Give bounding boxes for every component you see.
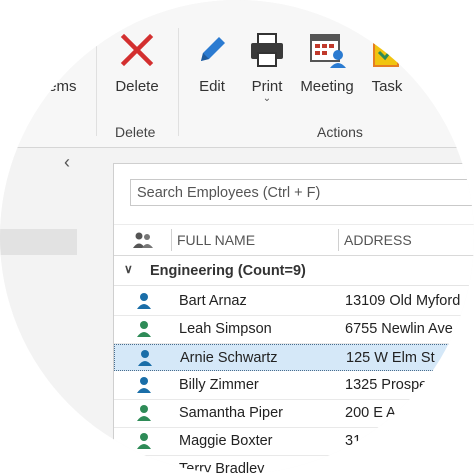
column-separator (338, 229, 339, 251)
table-row[interactable]: Samantha Piper 200 E A (114, 400, 474, 428)
person-icon (136, 460, 152, 474)
grid-header: FULL NAME ADDRESS (114, 224, 474, 256)
meeting-label: Meeting (300, 78, 354, 95)
employee-address: 1325 Prospe (345, 377, 428, 393)
printer-icon (247, 30, 287, 70)
person-icon (136, 404, 152, 426)
print-button[interactable]: Print ⌄ (247, 30, 287, 104)
pencil-icon (195, 30, 229, 70)
group-label: Engineering (Count=9) (150, 263, 306, 279)
search-input[interactable]: Search Employees (Ctrl + F) (130, 179, 474, 206)
person-icon (136, 292, 152, 314)
column-header-full-name[interactable]: FULL NAME (177, 232, 255, 248)
app-window: tems Delete Delete Edit Print ⌄ Meeting … (0, 0, 474, 474)
table-row[interactable]: Terry Bradley (114, 456, 474, 474)
table-row[interactable]: Bart Arnaz 13109 Old Myford (114, 288, 474, 316)
person-icon (136, 432, 152, 454)
items-label: tems (44, 78, 77, 95)
table-row[interactable]: Arnie Schwartz 125 W Elm St (114, 344, 474, 371)
employee-address: 31 (345, 433, 362, 449)
employee-address: 13109 Old Myford (345, 293, 461, 309)
calendar-person-icon (298, 30, 356, 70)
employee-name: Maggie Boxter (179, 433, 273, 449)
person-icon (137, 349, 153, 371)
group-row-engineering[interactable]: ∨ Engineering (Count=9) (114, 257, 474, 286)
employees-grid: Search Employees (Ctrl + F) FULL NAME AD… (113, 163, 474, 474)
meeting-button[interactable]: Meeting (298, 30, 356, 95)
task-button[interactable]: Task (370, 30, 404, 95)
person-icon (136, 376, 152, 398)
employee-name: Billy Zimmer (179, 377, 259, 393)
ribbon-separator (178, 28, 179, 136)
edit-button[interactable]: Edit (195, 30, 229, 95)
group-label-delete: Delete (115, 124, 156, 140)
nav-selected-item[interactable] (0, 229, 77, 255)
ribbon-separator (96, 28, 97, 136)
column-header-address[interactable]: ADDRESS (344, 232, 412, 248)
edit-label: Edit (199, 78, 225, 95)
employee-name: Bart Arnaz (179, 293, 247, 309)
delete-icon (114, 30, 160, 70)
table-row[interactable]: Billy Zimmer 1325 Prospe (114, 372, 474, 400)
collapse-pane-icon[interactable]: ‹ (64, 152, 70, 173)
table-row[interactable]: Maggie Boxter 31 (114, 428, 474, 456)
employee-name: Arnie Schwartz (180, 350, 278, 366)
employee-address: 200 E A (345, 405, 396, 421)
ribbon: tems Delete Delete Edit Print ⌄ Meeting … (0, 0, 474, 148)
task-icon (370, 30, 404, 70)
column-separator (171, 229, 172, 251)
delete-button[interactable]: Delete (114, 30, 160, 95)
navigation-pane (0, 148, 110, 474)
employee-address: 125 W Elm St (346, 350, 435, 366)
people-icon (132, 231, 154, 252)
person-icon (136, 320, 152, 342)
task-label: Task (371, 78, 403, 95)
group-label-actions: Actions (317, 124, 363, 140)
table-row[interactable]: Leah Simpson 6755 Newlin Ave (114, 316, 474, 344)
employee-name: Terry Bradley (179, 461, 265, 474)
delete-label: Delete (115, 78, 159, 95)
employee-name: Leah Simpson (179, 321, 272, 337)
items-icon (44, 30, 77, 70)
employee-address: 6755 Newlin Ave (345, 321, 453, 337)
chevron-down-icon[interactable]: ∨ (124, 262, 133, 276)
employee-name: Samantha Piper (179, 405, 283, 421)
items-button[interactable]: tems (44, 30, 77, 95)
